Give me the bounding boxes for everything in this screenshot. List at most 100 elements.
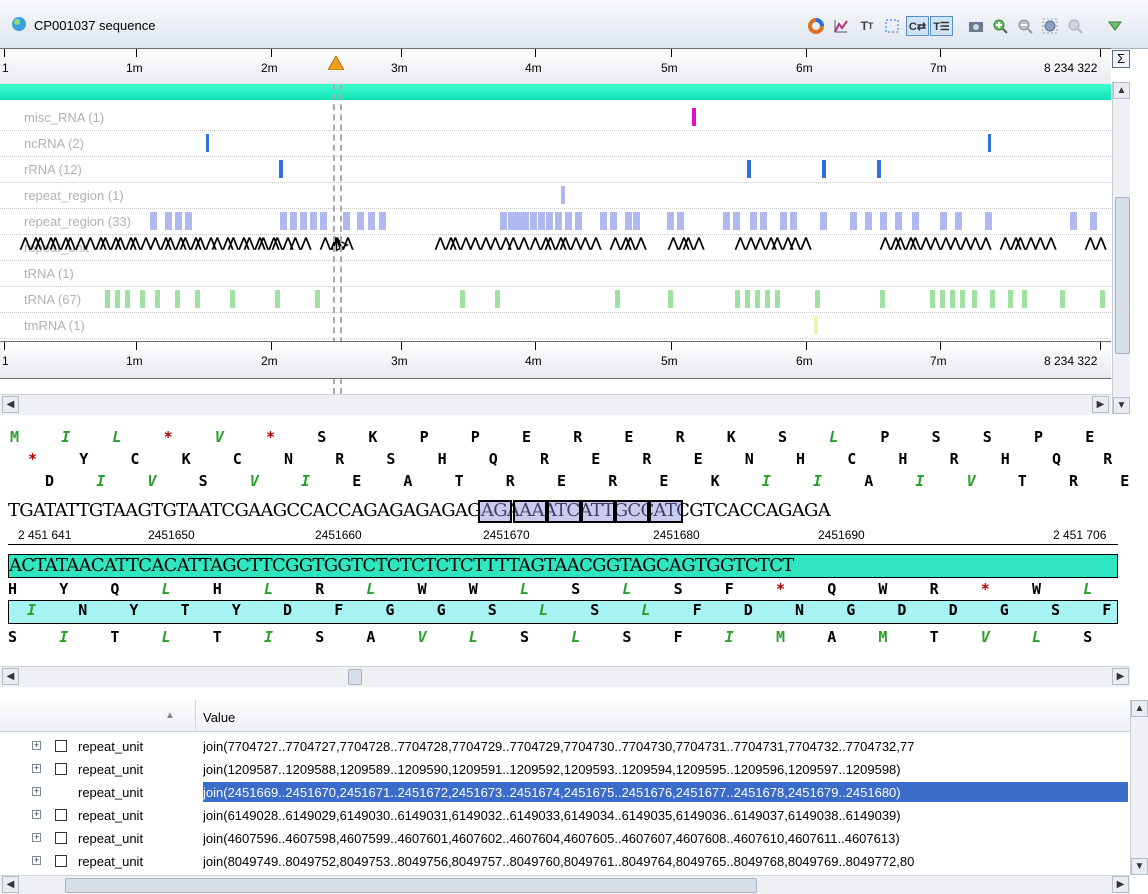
feature-mark[interactable] [912,212,919,230]
amino-acid[interactable]: R [930,580,939,598]
amino-acid[interactable]: R [1069,472,1078,490]
feature-mark[interactable] [755,290,760,308]
amino-acid[interactable]: D [949,601,958,619]
amino-acid[interactable]: S [622,628,631,646]
amino-acid[interactable]: T [1018,472,1027,490]
feature-mark[interactable] [546,212,553,230]
amino-acid[interactable]: L [112,428,121,446]
feature-mark[interactable] [615,290,620,308]
amino-acid[interactable]: L [829,428,838,446]
amino-acid[interactable]: V [147,472,156,490]
feature-mark[interactable] [495,290,500,308]
feature-mark[interactable] [343,212,350,230]
amino-acid[interactable]: E [557,472,566,490]
amino-acid[interactable]: A [827,628,836,646]
feature-mark[interactable] [368,212,375,230]
amino-acid[interactable]: C [130,450,139,468]
zoom-in-icon[interactable] [990,16,1010,36]
amino-acid[interactable]: G [1000,601,1009,619]
repeat-unit-highlight[interactable] [513,500,547,523]
amino-acid[interactable]: Y [129,601,138,619]
amino-acid[interactable]: L [641,601,650,619]
feature-mark[interactable] [990,290,995,308]
amino-acid[interactable]: I [61,428,70,446]
amino-acid[interactable]: K [182,450,191,468]
amino-acid[interactable]: L [1032,628,1041,646]
sort-ascending-icon[interactable]: ▲ [165,710,175,721]
track-row[interactable]: tRNA (67) [0,286,1111,313]
expand-icon[interactable]: + [32,764,41,773]
amino-acid[interactable]: W [878,580,887,598]
zoom-fit-icon[interactable] [1040,16,1060,36]
tracks-hscroll[interactable]: ◀ ▶ [0,394,1111,415]
table-hscroll[interactable]: ◀ ▶ [0,875,1130,894]
feature-mark[interactable] [165,212,172,230]
track-row[interactable]: misc_RNA (1) [0,104,1111,131]
amino-acid[interactable]: K [368,428,377,446]
amino-acid[interactable]: * [981,580,990,598]
amino-acid[interactable]: S [199,472,208,490]
amino-acid[interactable]: L [1083,580,1092,598]
amino-acid[interactable]: R [1103,450,1112,468]
amino-acid[interactable]: G [437,601,446,619]
feature-mark[interactable] [195,290,200,308]
amino-acid[interactable]: R [608,472,617,490]
feature-mark[interactable] [985,212,992,230]
amino-acid[interactable]: E [591,450,600,468]
table-row[interactable]: + repeat_unit join(6149028..6149029,614903… [0,804,1130,827]
feature-mark[interactable] [865,212,872,230]
feature-mark[interactable] [610,212,617,230]
amino-acid[interactable]: I [301,472,310,490]
feature-mark[interactable] [275,290,280,308]
amino-acid[interactable]: T [455,472,464,490]
amino-acid[interactable]: M [776,628,785,646]
amino-acid[interactable]: N [795,601,804,619]
repeat-unit-highlight[interactable] [478,500,512,523]
feature-mark[interactable] [668,290,673,308]
amino-acid[interactable]: I [59,628,68,646]
amino-acid[interactable]: E [1085,428,1094,446]
amino-acid[interactable]: F [725,580,734,598]
amino-acid[interactable]: L [469,628,478,646]
amino-acid[interactable]: A [864,472,873,490]
dna-reverse-strand[interactable]: ACTATAACATTCACATTAGCTTCGGTGGTCTCTCTCTCTT… [9,555,794,576]
amino-acid[interactable]: E [1120,472,1129,490]
repeat-unit-mark[interactable]: ⋀⋀ [470,235,491,251]
amino-acid[interactable]: K [727,428,736,446]
row-checkbox[interactable] [55,855,67,867]
feature-mark[interactable] [988,134,991,152]
feature-mark[interactable] [320,212,327,230]
amino-acid[interactable]: L [622,580,631,598]
repeat-unit-mark[interactable]: ⋀⋀ [1035,235,1056,251]
feature-mark[interactable] [880,290,885,308]
expand-icon[interactable]: + [32,833,41,842]
feature-mark[interactable] [538,212,545,230]
value-column-header[interactable]: Value [203,710,235,725]
sequence-hscroll[interactable]: ◀ ▶ [0,666,1130,687]
feature-mark[interactable] [185,212,192,230]
amino-acid[interactable]: R [315,580,324,598]
track-row[interactable]: tRNA (1) [0,260,1111,287]
amino-acid[interactable]: L [520,580,529,598]
row-checkbox[interactable] [55,763,67,775]
repeat-unit-mark[interactable]: ⋀⋀ [508,235,529,251]
feature-mark[interactable] [150,212,157,230]
column-divider[interactable] [195,700,196,731]
feature-mark[interactable] [175,212,182,230]
amino-acid[interactable]: W [1032,580,1041,598]
amino-acid[interactable]: T [930,628,939,646]
feature-mark[interactable] [814,316,818,334]
table-row[interactable]: + repeat_unit join(2451669..2451670,245167… [0,781,1130,804]
feature-mark[interactable] [460,290,465,308]
feature-mark[interactable] [790,212,797,230]
amino-acid[interactable]: F [1102,601,1111,619]
amino-acid[interactable]: V [981,628,990,646]
sync-icon[interactable]: C⇄ [906,16,929,36]
amino-acid[interactable]: Q [489,450,498,468]
feature-mark[interactable] [780,212,787,230]
feature-mark[interactable] [1022,290,1027,308]
repeat-unit-mark[interactable]: ⋀⋀ [1015,235,1036,251]
amino-acid[interactable]: N [284,450,293,468]
dna-forward-strand[interactable]: TGATATTGTAAGTGTAATCGAAGCCACCAGAGAGAGAGAG… [8,500,831,521]
feature-mark[interactable] [822,160,826,178]
